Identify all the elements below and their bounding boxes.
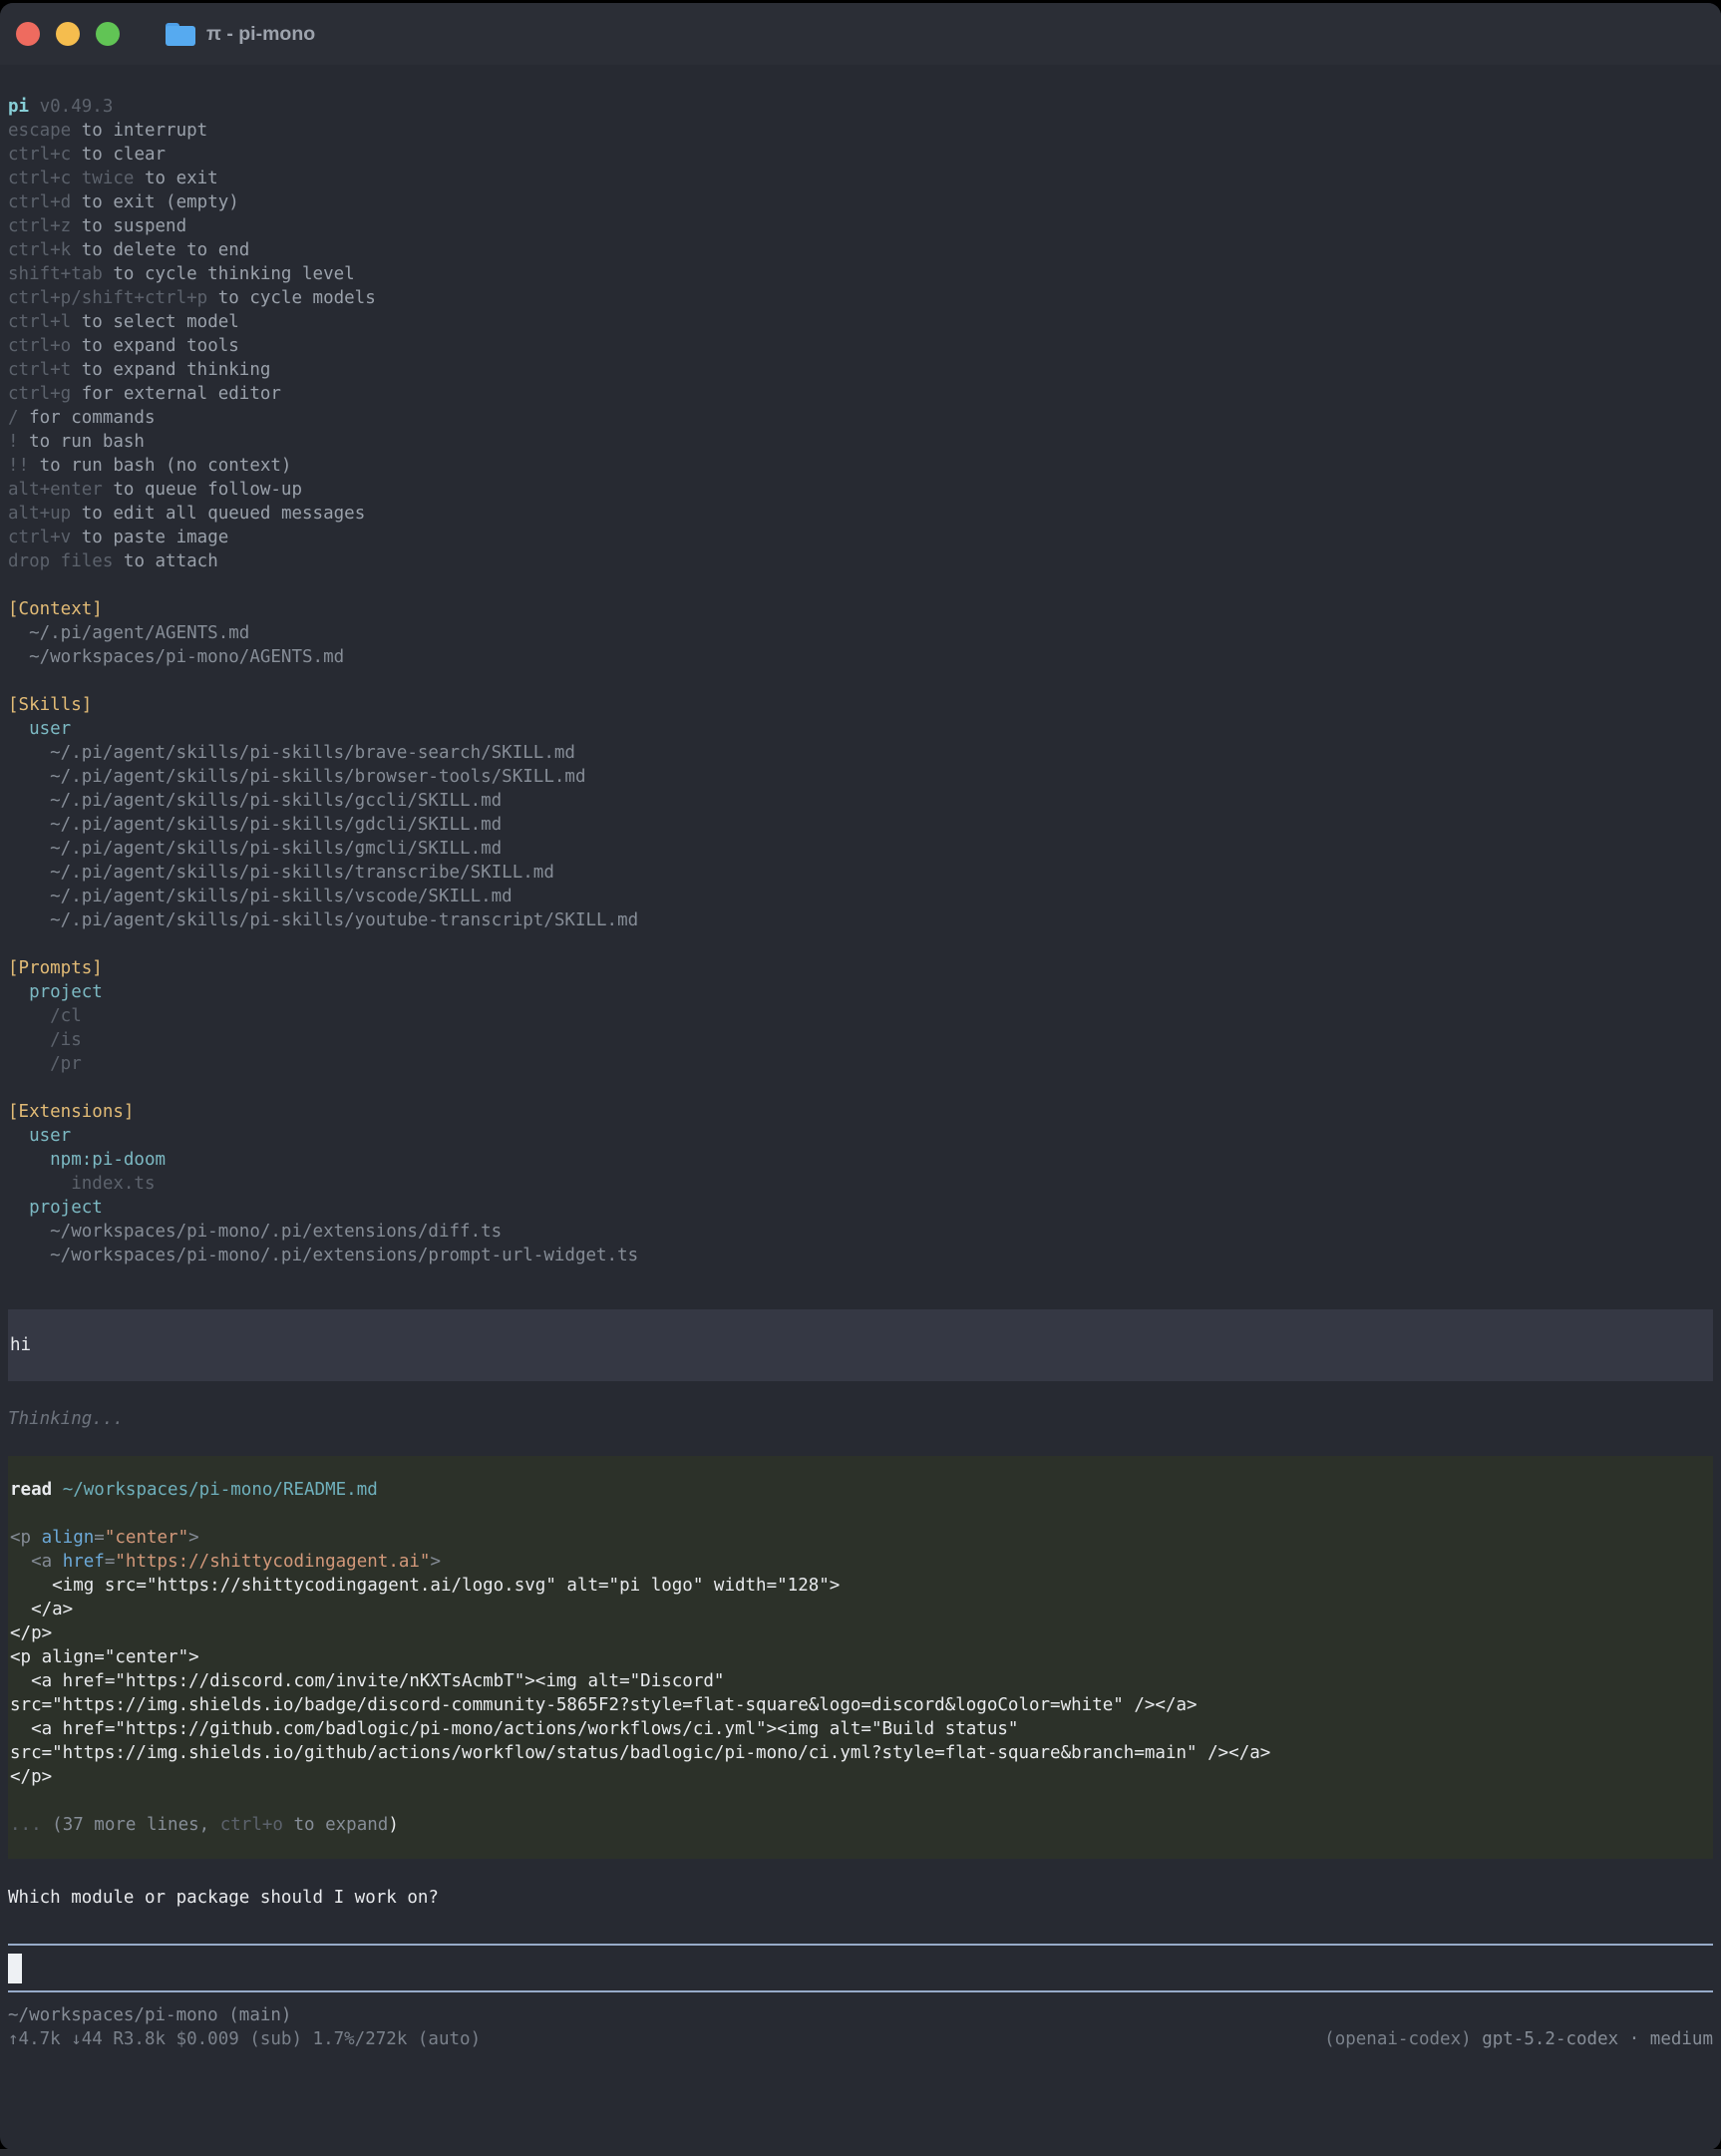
terminal-line: [8, 1076, 1713, 1100]
status-token-stats: ↑4.7k ↓44 R3.8k $0.009 (sub) 1.7%/272k (…: [8, 2027, 481, 2051]
terminal-line: ~/workspaces/pi-mono/.pi/extensions/prom…: [8, 1244, 1713, 1267]
terminal-line: user: [8, 1124, 1713, 1148]
terminal-content: pi v0.49.3escape to interruptctrl+c to c…: [0, 65, 1721, 2051]
terminal-line: </p>: [10, 1621, 1711, 1645]
terminal-line: project: [8, 1196, 1713, 1220]
terminal-line: ~/.pi/agent/skills/pi-skills/brave-searc…: [8, 741, 1713, 765]
terminal-line: ~/workspaces/pi-mono/.pi/extensions/diff…: [8, 1220, 1713, 1244]
terminal-line: ~/.pi/agent/skills/pi-skills/vscode/SKIL…: [8, 885, 1713, 908]
desktop-edge: [0, 2149, 1721, 2156]
terminal-line: ~/.pi/agent/skills/pi-skills/gdcli/SKILL…: [8, 813, 1713, 837]
terminal-line: /cl: [8, 1004, 1713, 1028]
terminal-line: <p align="center">: [10, 1645, 1711, 1669]
terminal-line: ctrl+o to expand tools: [8, 334, 1713, 358]
terminal-line: shift+tab to cycle thinking level: [8, 262, 1713, 286]
terminal-line: drop files to attach: [8, 549, 1713, 573]
terminal-line: [8, 573, 1713, 597]
terminal-line: ~/workspaces/pi-mono/AGENTS.md: [8, 645, 1713, 669]
prompt-input[interactable]: [8, 1944, 1713, 1992]
close-button[interactable]: [16, 22, 40, 46]
terminal-line: [8, 669, 1713, 693]
status-branch: ~/workspaces/pi-mono (main): [8, 2003, 1713, 2027]
terminal-line: ~/.pi/agent/skills/pi-skills/gccli/SKILL…: [8, 789, 1713, 813]
terminal-line: ctrl+t to expand thinking: [8, 358, 1713, 382]
thinking-indicator: Thinking...: [8, 1407, 1713, 1431]
terminal-line: [Context]: [8, 597, 1713, 621]
session-info: pi v0.49.3escape to interruptctrl+c to c…: [8, 95, 1713, 1267]
terminal-line: ! to run bash: [8, 430, 1713, 454]
terminal-line: ~/.pi/agent/skills/pi-skills/browser-too…: [8, 765, 1713, 789]
folder-icon: [166, 23, 195, 46]
text-cursor: [8, 1954, 22, 1983]
terminal-line: <a href="https://github.com/badlogic/pi-…: [10, 1717, 1711, 1741]
terminal-line: ~/.pi/agent/skills/pi-skills/youtube-tra…: [8, 908, 1713, 932]
assistant-message: Which module or package should I work on…: [8, 1886, 1713, 1910]
terminal-line: user: [8, 717, 1713, 741]
terminal-line: [10, 1789, 1711, 1813]
screen: { "colors": { "window_bg": "#272a32", "t…: [0, 0, 1721, 2156]
user-message-box: hi: [8, 1309, 1713, 1381]
terminal-line: [Extensions]: [8, 1100, 1713, 1124]
terminal-line: </p>: [10, 1765, 1711, 1789]
minimize-button[interactable]: [56, 22, 80, 46]
terminal-line: /pr: [8, 1052, 1713, 1076]
terminal-line: </a>: [10, 1598, 1711, 1621]
maximize-button[interactable]: [96, 22, 120, 46]
terminal-line: npm:pi-doom: [8, 1148, 1713, 1172]
status-bar: ~/workspaces/pi-mono (main) ↑4.7k ↓44 R3…: [8, 2003, 1713, 2051]
user-message-text: hi: [10, 1333, 1711, 1357]
window-titlebar[interactable]: π - pi-mono: [0, 3, 1721, 65]
terminal-line: <a href="https://shittycodingagent.ai">: [10, 1550, 1711, 1574]
status-model: (openai-codex) gpt-5.2-codex · medium: [1324, 2027, 1713, 2051]
terminal-line: ctrl+k to delete to end: [8, 238, 1713, 262]
terminal-line: / for commands: [8, 406, 1713, 430]
terminal-line: ctrl+d to exit (empty): [8, 190, 1713, 214]
terminal-line: index.ts: [8, 1172, 1713, 1196]
terminal-line: src="https://img.shields.io/github/actio…: [10, 1741, 1711, 1765]
terminal-line: escape to interrupt: [8, 119, 1713, 143]
terminal-line: ~/.pi/agent/skills/pi-skills/transcribe/…: [8, 861, 1713, 885]
terminal-line: ~/.pi/agent/skills/pi-skills/gmcli/SKILL…: [8, 837, 1713, 861]
terminal-line: ... (37 more lines, ctrl+o to expand): [10, 1813, 1711, 1837]
terminal-line: ctrl+l to select model: [8, 310, 1713, 334]
tool-call-read-block: read ~/workspaces/pi-mono/README.md <p al…: [8, 1456, 1713, 1859]
window-title: π - pi-mono: [206, 23, 315, 46]
terminal-line: alt+enter to queue follow-up: [8, 478, 1713, 502]
terminal-line: ctrl+p/shift+ctrl+p to cycle models: [8, 286, 1713, 310]
terminal-line: <img src="https://shittycodingagent.ai/l…: [10, 1574, 1711, 1598]
terminal-line: ~/.pi/agent/AGENTS.md: [8, 621, 1713, 645]
terminal-line: [8, 932, 1713, 956]
terminal-line: /is: [8, 1028, 1713, 1052]
terminal-line: [10, 1502, 1711, 1526]
terminal-line: <a href="https://discord.com/invite/nKXT…: [10, 1669, 1711, 1693]
terminal-line: pi v0.49.3: [8, 95, 1713, 119]
terminal-line: src="https://img.shields.io/badge/discor…: [10, 1693, 1711, 1717]
terminal-line: !! to run bash (no context): [8, 454, 1713, 478]
terminal-line: ctrl+z to suspend: [8, 214, 1713, 238]
terminal-line: ctrl+v to paste image: [8, 526, 1713, 549]
terminal-line: [Prompts]: [8, 956, 1713, 980]
terminal-line: ctrl+c twice to exit: [8, 167, 1713, 190]
terminal-line: ctrl+c to clear: [8, 143, 1713, 167]
terminal-window: π - pi-mono pi v0.49.3escape to interrup…: [0, 3, 1721, 2150]
terminal-line: [Skills]: [8, 693, 1713, 717]
terminal-line: read ~/workspaces/pi-mono/README.md: [10, 1478, 1711, 1502]
terminal-line: project: [8, 980, 1713, 1004]
status-stats-row: ↑4.7k ↓44 R3.8k $0.009 (sub) 1.7%/272k (…: [8, 2027, 1713, 2051]
tool-call-lines: read ~/workspaces/pi-mono/README.md <p al…: [10, 1478, 1711, 1837]
terminal-line: ctrl+g for external editor: [8, 382, 1713, 406]
terminal-line: alt+up to edit all queued messages: [8, 502, 1713, 526]
terminal-line: <p align="center">: [10, 1526, 1711, 1550]
